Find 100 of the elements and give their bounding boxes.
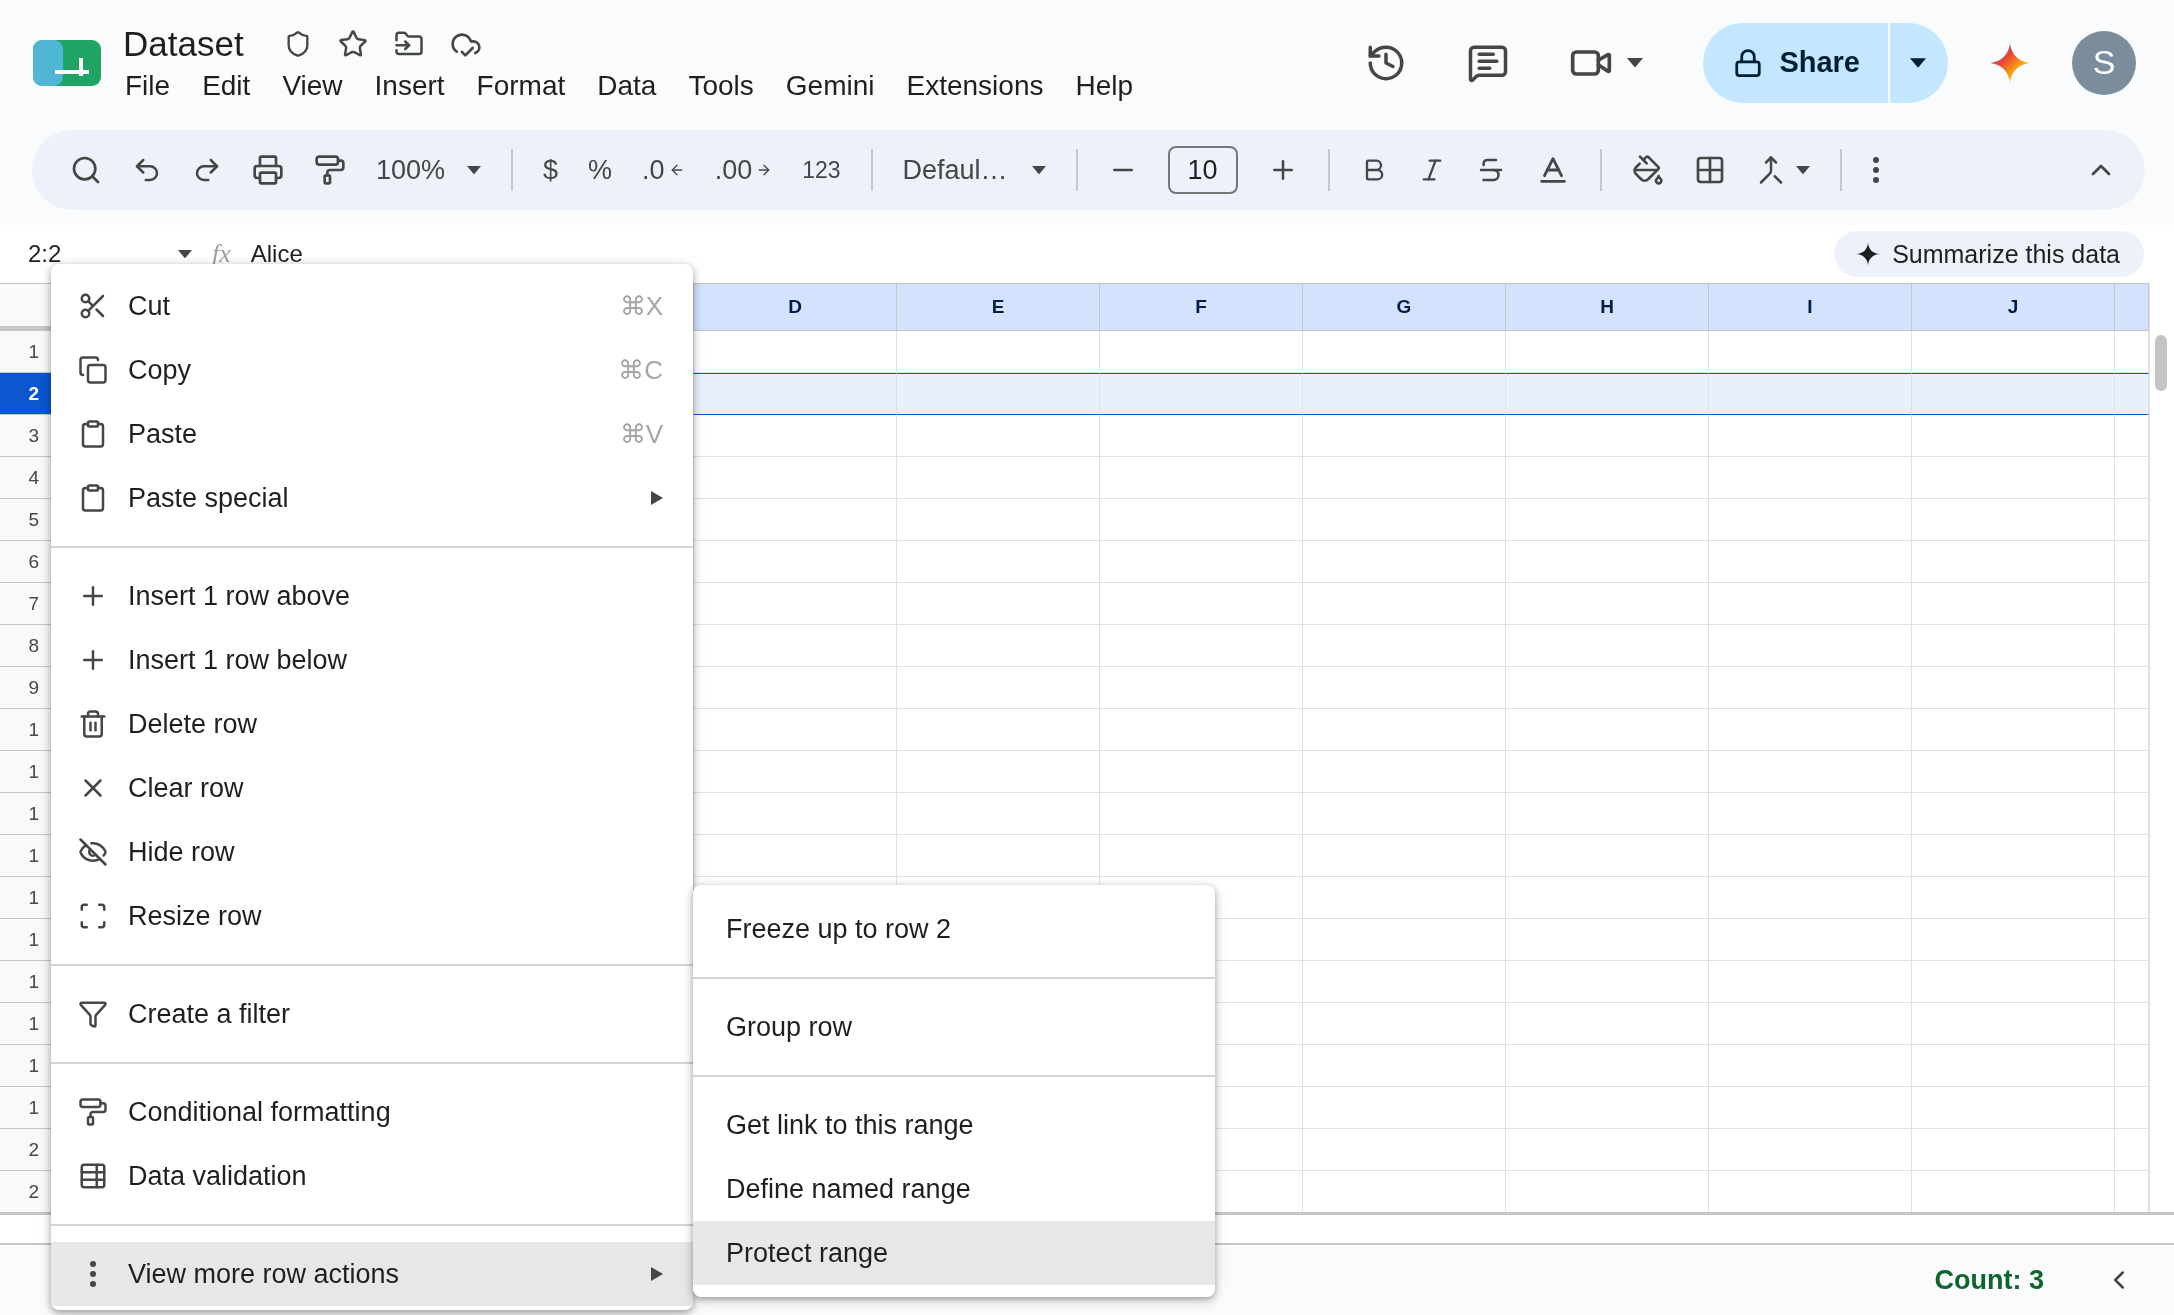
column-header[interactable]: E — [897, 284, 1100, 331]
row-header[interactable]: 1 — [0, 751, 52, 793]
row-header[interactable]: 8 — [0, 625, 52, 667]
menu-item[interactable]: Protect range — [693, 1221, 1215, 1285]
eye-off-icon — [78, 837, 108, 867]
number-format-button[interactable]: 123 — [802, 156, 841, 184]
menu-item[interactable]: Cut ⌘X — [51, 274, 693, 338]
row-header[interactable]: 5 — [0, 499, 52, 541]
shortcut-label: ⌘V — [619, 418, 663, 450]
row-header[interactable]: 6 — [0, 541, 52, 583]
menu-item[interactable]: Insert 1 row below — [51, 628, 693, 692]
menu-item[interactable]: Data — [581, 69, 673, 102]
row-header[interactable]: 1 — [0, 1003, 52, 1045]
menu-item[interactable]: File — [123, 69, 187, 102]
fill-color-icon[interactable] — [1631, 154, 1664, 186]
table-cell[interactable] — [1709, 373, 1912, 415]
formula-field[interactable]: Alice — [250, 240, 1815, 268]
app-logo[interactable] — [33, 39, 101, 86]
menu-item[interactable]: View — [266, 69, 359, 102]
column-header[interactable]: D — [694, 284, 897, 331]
search-icon[interactable] — [70, 154, 102, 186]
more-icon — [89, 1260, 97, 1288]
menu-item[interactable]: Delete row — [51, 692, 693, 756]
paint-format-icon[interactable] — [314, 154, 346, 186]
column-header[interactable]: H — [1506, 284, 1709, 331]
row-header[interactable]: 1 — [0, 331, 52, 373]
menu-item[interactable]: Gemini — [769, 69, 891, 102]
decrease-decimal-button[interactable]: .0 — [642, 154, 685, 186]
share-button[interactable]: Share — [1703, 22, 1948, 103]
summarize-button[interactable]: Summarize this data — [1834, 231, 2144, 277]
table-cell[interactable] — [897, 373, 1100, 415]
row-header[interactable]: 3 — [0, 415, 52, 457]
row-header[interactable]: 2 — [0, 373, 52, 415]
column-header[interactable]: F — [1100, 284, 1303, 331]
menu-item[interactable]: Insert — [358, 69, 461, 102]
shortcut-label: ⌘C — [618, 354, 663, 386]
table-check-icon — [78, 1161, 108, 1191]
percent-format[interactable]: % — [588, 154, 613, 186]
currency-format[interactable]: $ — [543, 154, 559, 186]
menu-item[interactable]: View more row actions — [51, 1242, 693, 1306]
caret-icon — [1795, 165, 1810, 175]
increase-decimal-button[interactable]: .00 — [714, 154, 773, 186]
menu-item[interactable]: Format — [460, 69, 582, 102]
menu-item[interactable]: Edit — [186, 69, 267, 102]
caret-icon — [1031, 165, 1046, 175]
more-icon[interactable] — [1871, 156, 1880, 184]
menu-item[interactable]: Tools — [672, 69, 770, 102]
caret-icon — [178, 249, 192, 259]
menu-item[interactable]: Resize row — [51, 884, 693, 948]
row-header[interactable]: 7 — [0, 583, 52, 625]
column-header[interactable]: G — [1303, 284, 1506, 331]
select-all-corner[interactable] — [0, 284, 52, 331]
font-size-field[interactable]: 10 — [1167, 146, 1238, 194]
row-header[interactable]: 4 — [0, 457, 52, 499]
row-header[interactable]: 2 — [0, 1171, 52, 1212]
menu-item[interactable]: Hide row — [51, 820, 693, 884]
font-dropdown[interactable]: Defaul… — [902, 154, 1046, 186]
row-header[interactable]: 1 — [0, 793, 52, 835]
document-title[interactable]: Dataset — [123, 23, 244, 64]
paint-roller-icon — [78, 1097, 108, 1127]
menu-item[interactable]: Copy ⌘C — [51, 338, 693, 402]
menu-item[interactable]: Freeze up to row 2 — [693, 897, 1215, 961]
menu-item[interactable]: Group row — [693, 995, 1215, 1059]
table-cell[interactable] — [2115, 373, 2149, 415]
row-header[interactable]: 1 — [0, 835, 52, 877]
table-cell[interactable] — [1303, 373, 1506, 415]
menu-item[interactable]: Clear row — [51, 756, 693, 820]
menu-item[interactable]: Paste ⌘V — [51, 402, 693, 466]
lock-icon — [1733, 47, 1764, 78]
menu-item[interactable]: Insert 1 row above — [51, 564, 693, 628]
trash-icon — [78, 709, 108, 739]
menu-item[interactable]: Help — [1059, 69, 1150, 102]
row-header[interactable]: 9 — [0, 667, 52, 709]
menu-item[interactable]: Create a filter — [51, 982, 693, 1046]
table-cell[interactable] — [694, 373, 897, 415]
selection-summary[interactable]: Count: 3 — [1934, 1264, 2044, 1296]
column-header[interactable]: J — [1912, 284, 2115, 331]
menu-item[interactable]: Conditional formatting — [51, 1080, 693, 1144]
row-header[interactable]: 2 — [0, 1129, 52, 1171]
resize-icon — [78, 901, 108, 931]
row-header[interactable]: 1 — [0, 709, 52, 751]
menu-item[interactable]: Define named range — [693, 1157, 1215, 1221]
menu-item[interactable]: Extensions — [890, 69, 1060, 102]
row-header[interactable]: 1 — [0, 877, 52, 919]
menu-item[interactable]: Data validation — [51, 1144, 693, 1208]
table-cell[interactable] — [1912, 373, 2115, 415]
column-header[interactable]: I — [1709, 284, 1912, 331]
column-header[interactable] — [2115, 284, 2149, 331]
zoom-dropdown[interactable]: 100% — [376, 154, 482, 186]
row-header[interactable]: 1 — [0, 919, 52, 961]
row-header[interactable]: 1 — [0, 1045, 52, 1087]
table-cell[interactable] — [1100, 373, 1303, 415]
menu-item[interactable]: Get link to this range — [693, 1093, 1215, 1157]
menu-item[interactable]: Paste special — [51, 466, 693, 530]
table-cell[interactable] — [1506, 373, 1709, 415]
print-icon[interactable] — [252, 154, 284, 186]
row-header[interactable]: 1 — [0, 961, 52, 1003]
star-icon[interactable] — [337, 28, 368, 59]
row-header[interactable]: 1 — [0, 1087, 52, 1129]
name-box[interactable]: 2:2 — [28, 240, 158, 268]
